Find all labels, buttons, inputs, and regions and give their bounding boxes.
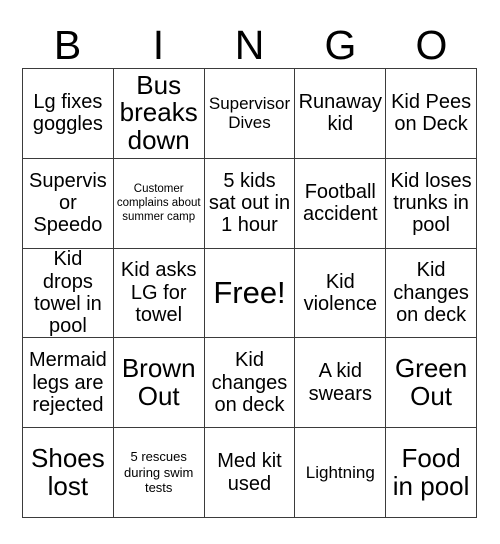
bingo-cell-r2-c1[interactable]: Supervisor Speedo — [23, 158, 114, 249]
bingo-cell-label: Kid asks LG for towel — [120, 259, 197, 327]
bingo-cell-label: Supervisor Speedo — [28, 169, 107, 237]
bingo-cell-r1-c1[interactable]: Lg fixes goggles — [23, 69, 114, 159]
bingo-cell-label: Shoes lost — [31, 442, 105, 501]
bingo-header-letter-o: O — [415, 22, 448, 68]
bingo-cell-label: Kid changes on deck — [393, 259, 469, 327]
bingo-cell-r2-c4[interactable]: Football accident — [295, 158, 387, 249]
bingo-cell-r4-c2[interactable]: Brown Out — [113, 338, 205, 429]
bingo-cell-r1-c5[interactable]: Kid Pees on Deck — [386, 69, 477, 159]
bingo-cell-label: 5 kids sat out in 1 hour — [208, 169, 291, 237]
bingo-cell-label: Green Out — [394, 352, 468, 411]
bingo-header-letter-b: B — [53, 22, 82, 68]
bingo-header-letter-n: N — [234, 22, 265, 68]
bingo-cell-label: Kid changes on deck — [211, 349, 288, 416]
bingo-cell-r3-c2[interactable]: Kid asks LG for towel — [113, 248, 205, 339]
bingo-cell-r5-c5[interactable]: Food in pool — [386, 428, 477, 518]
bingo-header-letter-g: G — [324, 22, 357, 68]
bingo-cell-label: Kid drops towel in pool — [33, 248, 102, 338]
bingo-cell-r2-c5[interactable]: Kid loses trunks in pool — [386, 158, 477, 249]
bingo-cell-label: Lightning — [305, 462, 375, 482]
bingo-cell-label: A kid swears — [308, 360, 372, 405]
bingo-cell-r5-c2[interactable]: 5 rescues during swim tests — [113, 428, 205, 518]
bingo-cell-label: Lg fixes goggles — [32, 91, 103, 136]
bingo-cell-label: 5 rescues during swim tests — [124, 449, 194, 496]
bingo-cell-r4-c1[interactable]: Mermaid legs are rejected — [23, 338, 114, 429]
bingo-cell-label: Kid Pees on Deck — [391, 91, 472, 136]
bingo-cell-label: Runaway kid — [298, 91, 382, 136]
bingo-cell-label: Mermaid legs are rejected — [29, 349, 107, 416]
bingo-cell-r3-c4[interactable]: Kid violence — [295, 248, 387, 339]
bingo-free-space-label: Free! — [213, 274, 286, 310]
bingo-grid: Lg fixes goggles Bus breaks down Superviso… — [22, 68, 477, 518]
bingo-cell-r1-c2[interactable]: Bus breaks down — [113, 69, 205, 159]
bingo-cell-r4-c3[interactable]: Kid changes on deck — [204, 338, 296, 429]
bingo-cell-r5-c4[interactable]: Lightning — [295, 428, 387, 518]
bingo-cell-label: Customer complains about summer camp — [116, 183, 201, 224]
bingo-cell-r1-c3[interactable]: Supervisor Dives — [204, 69, 296, 159]
bingo-cell-r1-c4[interactable]: Runaway kid — [295, 69, 387, 159]
bingo-cell-r5-c3[interactable]: Med kit used — [204, 428, 296, 518]
bingo-cell-r4-c4[interactable]: A kid swears — [295, 338, 387, 429]
bingo-cell-r3-c1[interactable]: Kid drops towel in pool — [23, 248, 114, 339]
bingo-cell-label: Food in pool — [392, 442, 470, 501]
bingo-free-space-cell[interactable]: Free! — [204, 248, 296, 339]
bingo-cell-label: Kid violence — [303, 270, 377, 315]
bingo-cell-label: Brown Out — [121, 352, 196, 411]
bingo-cell-r5-c1[interactable]: Shoes lost — [23, 428, 114, 518]
bingo-cell-r2-c3[interactable]: 5 kids sat out in 1 hour — [204, 158, 296, 249]
bingo-cell-r2-c2[interactable]: Customer complains about summer camp — [113, 158, 205, 249]
bingo-cell-r3-c5[interactable]: Kid changes on deck — [386, 248, 477, 339]
bingo-header-letter-i: I — [152, 22, 165, 68]
bingo-cell-label: Bus breaks down — [119, 69, 198, 156]
bingo-card: BINGO Lg fixes goggles Bus breaks down Sup… — [0, 0, 500, 544]
bingo-cell-label: Supervisor Dives — [208, 94, 291, 133]
bingo-cell-label: Med kit used — [217, 450, 282, 495]
bingo-cell-r4-c5[interactable]: Green Out — [386, 338, 477, 429]
bingo-header: BINGO — [22, 22, 477, 68]
bingo-cell-label: Kid loses trunks in pool — [390, 169, 472, 237]
bingo-cell-label: Football accident — [303, 180, 378, 226]
